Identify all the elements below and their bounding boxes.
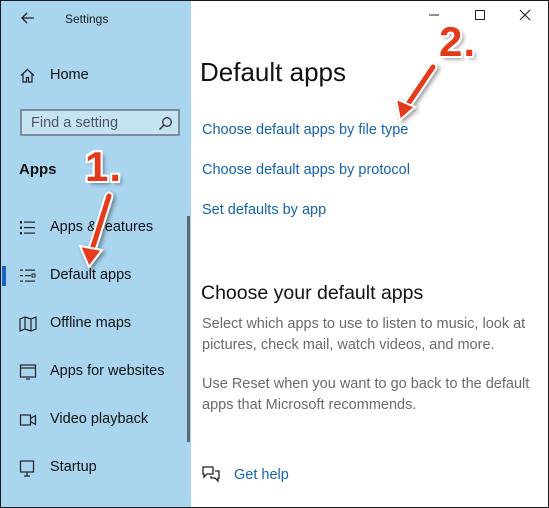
map-icon	[19, 315, 37, 333]
sidebar-item-startup[interactable]: Startup	[1, 453, 191, 483]
sidebar-scrollbar[interactable]	[187, 216, 190, 442]
apps-features-icon	[19, 219, 37, 237]
settings-window: Settings Home Find a setting Apps Apps &…	[0, 0, 549, 508]
annotation-step-2: 2.	[439, 18, 477, 65]
apps-websites-icon	[19, 363, 37, 381]
search-box[interactable]: Find a setting	[20, 109, 180, 136]
reset-description-text: Use Reset when you want to go back to th…	[202, 376, 530, 413]
search-icon[interactable]	[158, 116, 173, 131]
close-icon	[519, 8, 531, 26]
sidebar-item-home[interactable]: Home	[1, 63, 191, 89]
sidebar-item-label: Offline maps	[50, 315, 132, 331]
sidebar-item-label: Startup	[50, 459, 97, 475]
sidebar: Settings Home Find a setting Apps Apps &…	[1, 1, 191, 507]
sidebar-item-label: Default apps	[50, 267, 132, 283]
link-protocol[interactable]: Choose default apps by protocol	[202, 162, 410, 178]
section-heading: Apps	[19, 161, 57, 178]
sidebar-item-default-apps[interactable]: Default apps	[1, 261, 191, 291]
back-arrow-icon[interactable]	[17, 8, 39, 28]
page-title: Default apps	[200, 57, 346, 87]
video-icon	[19, 411, 37, 429]
sidebar-item-apps-for-websites[interactable]: Apps for websites	[1, 357, 191, 387]
sidebar-item-offline-maps[interactable]: Offline maps	[1, 309, 191, 339]
sidebar-item-apps-features[interactable]: Apps & features	[1, 213, 191, 243]
sidebar-item-label: Apps for websites	[50, 363, 165, 379]
default-apps-icon	[19, 267, 37, 285]
selection-marker	[2, 266, 6, 286]
home-label: Home	[50, 67, 89, 83]
description-text: Select which apps to use to listen to mu…	[202, 316, 526, 353]
sidebar-item-video-playback[interactable]: Video playback	[1, 405, 191, 435]
annotation-arrow-2	[401, 62, 438, 112]
section-subheading: Choose your default apps	[201, 282, 424, 304]
search-input[interactable]: Find a setting	[31, 115, 118, 131]
get-help-link[interactable]: Get help	[234, 467, 289, 483]
help-icon	[201, 465, 221, 483]
annotation-step-1: 1.	[85, 143, 123, 190]
link-file-type[interactable]: Choose default apps by file type	[202, 122, 408, 138]
sidebar-item-label: Video playback	[50, 411, 149, 427]
close-button[interactable]	[502, 1, 548, 33]
link-set-defaults-by-app[interactable]: Set defaults by app	[202, 202, 326, 218]
window-title: Settings	[65, 12, 109, 26]
startup-icon	[19, 459, 37, 477]
home-icon	[19, 67, 36, 84]
sidebar-item-label: Apps & features	[50, 219, 154, 235]
